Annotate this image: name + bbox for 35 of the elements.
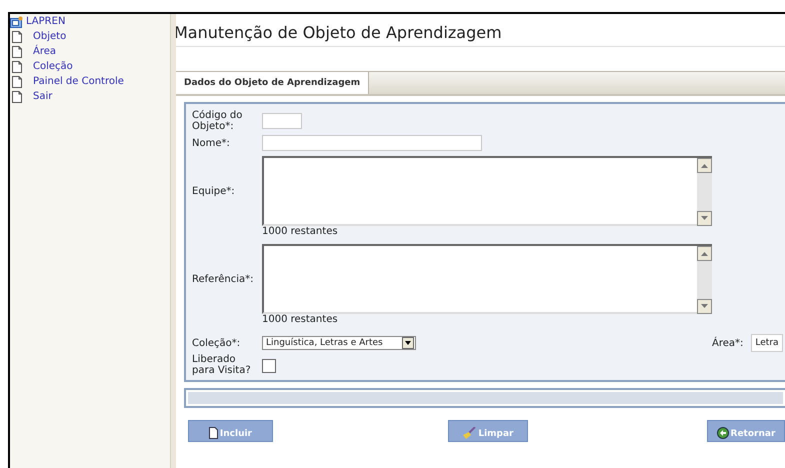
input-field[interactable] <box>262 113 302 129</box>
textarea-field[interactable] <box>262 244 712 314</box>
sidebar-link[interactable]: Painel de Controle <box>33 76 124 87</box>
select-field[interactable]: Letra <box>751 334 783 352</box>
checkbox[interactable] <box>262 359 276 373</box>
dropdown-icon <box>402 337 414 349</box>
sidebar-link[interactable]: Objeto <box>33 31 66 42</box>
page-icon <box>12 90 22 102</box>
field-label: Equipe*: <box>192 186 236 196</box>
page-icon <box>12 30 22 42</box>
broom-icon <box>462 427 476 439</box>
select-field[interactable]: Linguística, Letras e Artes <box>262 336 416 350</box>
page-icon <box>12 60 22 72</box>
character-counter: 1000 restantes <box>262 314 338 325</box>
field-label: Referência*: <box>192 274 254 284</box>
tab[interactable]: Dados do Objeto de Aprendizagem <box>176 72 370 94</box>
scrollbar[interactable] <box>697 246 712 314</box>
field-label: Liberado para Visita? <box>192 354 252 376</box>
scrollbar[interactable] <box>697 158 712 226</box>
tree-root-link[interactable]: LAPREN <box>26 16 66 27</box>
character-counter: 1000 restantes <box>262 226 338 237</box>
field-label: Nome*: <box>192 138 231 148</box>
sidebar-link[interactable]: Coleção <box>33 61 73 72</box>
textarea-field[interactable] <box>262 156 712 226</box>
sidebar-link[interactable]: Área <box>33 46 56 57</box>
folder-icon <box>10 16 23 28</box>
field-label: Área*: <box>712 338 744 348</box>
input-field[interactable] <box>262 135 482 151</box>
page-icon <box>208 427 218 439</box>
page-icon <box>12 76 22 88</box>
sidebar-link[interactable]: Sair <box>33 91 52 102</box>
field-label: Código do Objeto*: <box>192 110 244 132</box>
field-label: Coleção*: <box>192 338 242 348</box>
page-icon <box>12 46 22 58</box>
back-arrow-icon <box>716 427 729 439</box>
